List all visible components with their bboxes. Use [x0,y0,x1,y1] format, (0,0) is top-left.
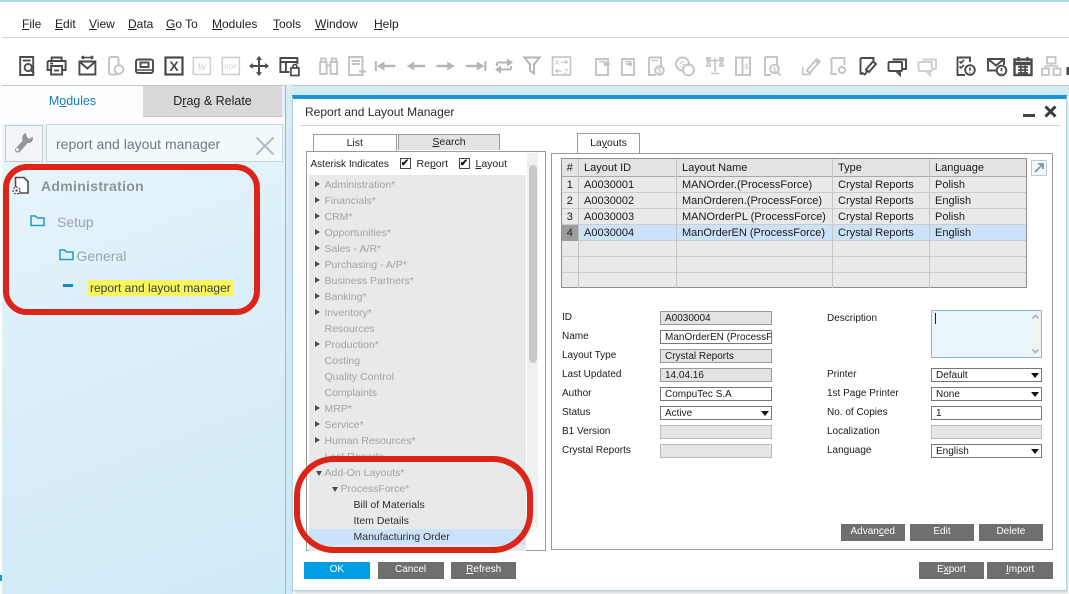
svg-text:Z: Z [564,67,569,76]
svg-text:X: X [169,58,179,74]
svg-text:PDF: PDF [224,64,237,71]
svg-text:$: $ [773,67,777,74]
svg-text:$: $ [657,67,662,76]
svg-text:$: $ [744,62,749,71]
svg-text:W: W [197,62,207,74]
svg-text:A: A [554,58,559,67]
